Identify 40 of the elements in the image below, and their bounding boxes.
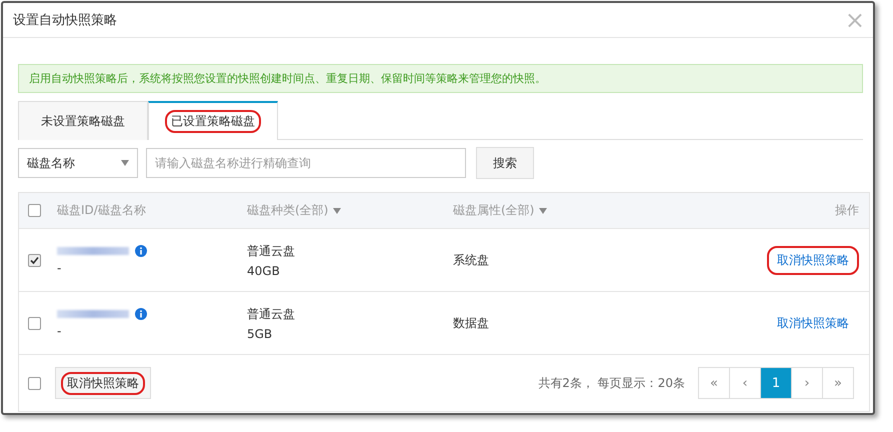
checkbox[interactable]	[28, 254, 41, 266]
disk-attribute: 系统盘	[453, 252, 490, 268]
disk-type: 普通云盘	[247, 306, 296, 322]
disk-name: -	[57, 324, 62, 338]
page-button[interactable]: ›	[791, 367, 823, 399]
cancel-policy-button[interactable]: 取消快照策略	[55, 367, 151, 399]
column-header: 操作	[835, 202, 860, 219]
caret-icon	[539, 208, 548, 214]
tab[interactable]: 已设置策略磁盘	[148, 101, 278, 140]
checkbox[interactable]	[28, 204, 41, 217]
cancel-policy-link[interactable]: 取消快照策略	[767, 246, 859, 274]
disk-size: 5GB	[247, 326, 274, 340]
info-icon[interactable]	[135, 308, 147, 320]
disk-attribute: 数据盘	[453, 314, 490, 332]
pagination-summary: 共有2条， 每页显示：20条	[538, 374, 685, 392]
disk-name: -	[57, 261, 62, 275]
redacted-id	[57, 310, 129, 318]
info-notice: 启用自动快照策略后，系统将按照您设置的快照创建时间点、重复日期、保留时间等策略来管理您的快照。	[18, 64, 863, 93]
checkbox[interactable]	[28, 376, 41, 390]
page-button[interactable]: 1	[760, 367, 792, 399]
column-header[interactable]: 磁盘种类(全部)	[247, 202, 453, 219]
search-button[interactable]: 搜索	[476, 147, 534, 179]
column-header: 磁盘ID/磁盘名称	[57, 202, 147, 219]
filter-dropdown[interactable]: 磁盘名称	[18, 148, 138, 178]
info-icon[interactable]	[135, 245, 147, 257]
caret-icon	[333, 208, 342, 214]
close-button[interactable]: ×	[844, 8, 865, 32]
page-button[interactable]: ‹	[729, 367, 761, 399]
page-button[interactable]: »	[822, 367, 854, 399]
disk-size: 40GB	[247, 264, 281, 278]
search-field[interactable]: 请输入磁盘名称进行精确查询	[146, 148, 466, 178]
caret-icon	[121, 160, 129, 166]
tab[interactable]: 未设置策略磁盘	[18, 101, 148, 140]
redacted-id	[57, 247, 129, 255]
disk-type: 普通云盘	[247, 242, 296, 260]
column-header[interactable]: 磁盘属性(全部)	[453, 202, 669, 219]
cancel-policy-link[interactable]: 取消快照策略	[767, 308, 859, 338]
checkbox[interactable]	[28, 316, 41, 330]
page-button[interactable]: «	[698, 367, 730, 399]
dialog-title: 设置自动快照策略	[13, 12, 117, 29]
